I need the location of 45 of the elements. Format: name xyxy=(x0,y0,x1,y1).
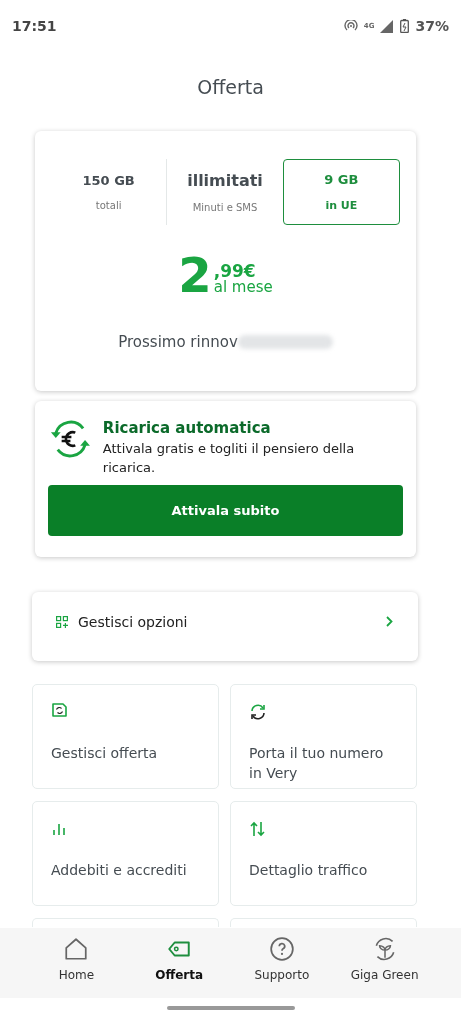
nav-tab[interactable]: Supporto xyxy=(230,928,334,998)
home-icon xyxy=(63,936,90,962)
help-icon xyxy=(268,936,295,962)
topup-description: Attivala gratis e togliti il pensiero della ricarica. xyxy=(102,440,356,477)
allowance-caption: in UE xyxy=(325,199,358,212)
hotspot-icon xyxy=(343,20,358,32)
allowance[interactable]: 150 GB totali xyxy=(51,159,167,225)
menu-tile[interactable]: Porta il tuo numero in Very xyxy=(230,684,417,789)
menu-tile[interactable] xyxy=(230,918,417,927)
nav-tab[interactable]: Offerta xyxy=(127,928,231,998)
price-integer: 2 xyxy=(178,255,212,295)
menu-tile[interactable]: Gestisci offerta xyxy=(32,684,219,789)
tile-label: Gestisci offerta xyxy=(51,744,159,763)
nav-tab[interactable]: Giga Green xyxy=(333,928,436,998)
tile-label: Dettaglio traffico xyxy=(249,861,369,880)
battery-percent: 37% xyxy=(415,18,449,34)
renewal-text: Prossimo rinnov xyxy=(118,333,238,351)
topup-title: Ricarica automatica xyxy=(102,419,272,437)
signal-icon xyxy=(380,19,395,33)
refresh-icon xyxy=(249,703,267,721)
battery-icon xyxy=(400,19,410,33)
menu-tile[interactable]: Addebiti e accrediti xyxy=(32,801,219,906)
tile-label: Addebiti e accrediti xyxy=(51,861,188,880)
tile-label: Porta il tuo numero in Very xyxy=(249,744,385,783)
page-title: Offerta xyxy=(196,76,265,98)
chevron-right-icon xyxy=(386,616,393,627)
activate-button[interactable]: Attivala subito xyxy=(48,485,403,536)
allowance-selected[interactable]: 9 GB in UE xyxy=(282,159,400,225)
allowance-amount: 150 GB xyxy=(82,173,135,188)
nav-tab[interactable]: Home xyxy=(25,928,128,998)
allowance[interactable]: illimitati Minuti e SMS xyxy=(166,159,283,225)
menu-tile[interactable] xyxy=(32,918,219,927)
manage-options-row[interactable]: Gestisci opzioni xyxy=(32,592,418,661)
allowance-amount: illimitati xyxy=(187,171,263,190)
price-period: al mese xyxy=(213,280,273,295)
status-time: 17:51 xyxy=(12,18,57,34)
manage-options-label: Gestisci opzioni xyxy=(78,613,189,630)
allowance-amount: 9 GB xyxy=(324,172,359,187)
up-down-arrows-icon xyxy=(249,820,267,838)
price-decimal: ,99€ xyxy=(213,263,257,280)
allowance-caption: Minuti e SMS xyxy=(192,202,258,213)
grid-plus-icon xyxy=(56,615,68,628)
menu-tile[interactable]: Dettaglio traffico xyxy=(230,801,417,906)
euro-cycle-icon xyxy=(48,419,93,459)
allowance-caption: totali xyxy=(95,200,122,211)
